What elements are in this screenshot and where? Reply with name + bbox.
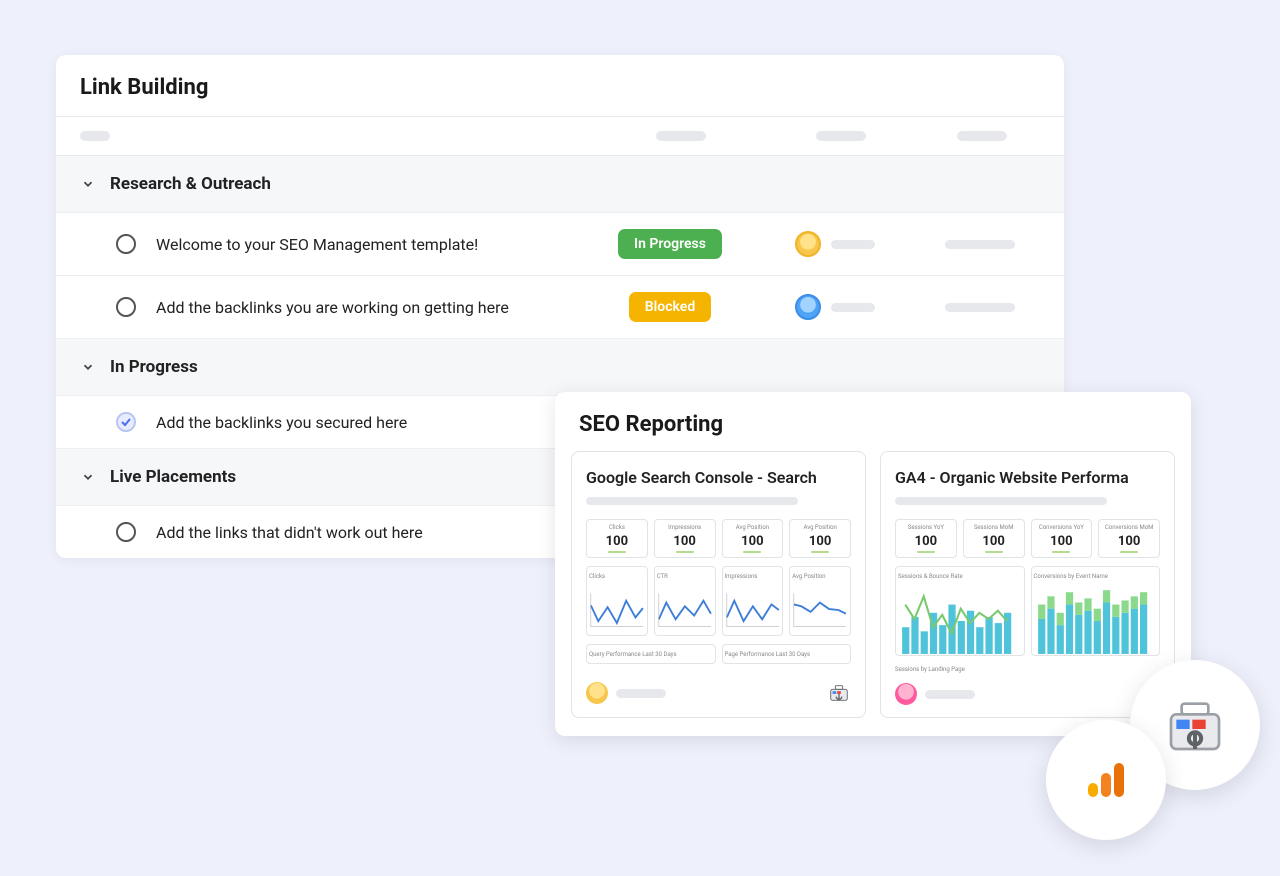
task-checkbox[interactable] (116, 297, 136, 317)
group-title: Live Placements (110, 467, 236, 487)
chart-row: Clicks CTR Impressions Avg Position (586, 566, 851, 636)
panel-title: GA4 - Organic Website Performa (895, 468, 1160, 487)
assignee-avatar[interactable] (795, 294, 821, 320)
table-placeholder: Page Performance Last 30 Days (722, 644, 852, 664)
line-chart: Clicks (586, 566, 648, 636)
status-badge[interactable]: Blocked (629, 292, 711, 322)
assignee-avatar[interactable] (795, 231, 821, 257)
toolbox-icon (827, 681, 851, 705)
placeholder-pill (831, 240, 875, 249)
task-checkbox-checked[interactable] (116, 412, 136, 432)
task-title: Add the backlinks you are working on get… (156, 298, 590, 317)
report-panel-ga4[interactable]: GA4 - Organic Website Performa Sessions … (880, 451, 1175, 718)
metric-box: Avg Position 100 (789, 519, 851, 558)
placeholder-pill (945, 303, 1015, 312)
line-chart: Impressions (722, 566, 784, 636)
chevron-down-icon (80, 176, 96, 192)
metric-row: Clicks 100 Impressions 100 Avg Position … (586, 519, 851, 558)
group-header-research[interactable]: Research & Outreach (56, 156, 1064, 213)
report-title: SEO Reporting (579, 412, 1167, 437)
task-checkbox[interactable] (116, 522, 136, 542)
card-title: Link Building (80, 75, 1040, 100)
placeholder-pill (925, 690, 975, 699)
metric-row: Sessions YoY 100 Sessions MoM 100 Conver… (895, 519, 1160, 558)
seo-reporting-card: SEO Reporting Google Search Console - Se… (555, 392, 1191, 736)
footer-avatar (586, 682, 608, 704)
placeholder-pill (586, 497, 798, 505)
bar-chart: Sessions & Bounce Rate (895, 566, 1025, 656)
metric-box: Conversions MoM 100 (1098, 519, 1160, 558)
chart-row: Sessions & Bounce Rate Conversions by Ev… (895, 566, 1160, 656)
analytics-icon (1088, 763, 1124, 797)
task-row[interactable]: Welcome to your SEO Management template!… (56, 213, 1064, 276)
task-row[interactable]: Add the backlinks you are working on get… (56, 276, 1064, 339)
task-title: Welcome to your SEO Management template! (156, 235, 590, 254)
column-headers (56, 117, 1064, 156)
line-chart: CTR (654, 566, 716, 636)
report-panel-gsc[interactable]: Google Search Console - Search Clicks 10… (571, 451, 866, 718)
placeholder-pill (945, 240, 1015, 249)
placeholder-pill (895, 497, 1107, 505)
footer-avatar (895, 683, 917, 705)
metric-box: Avg Position 100 (722, 519, 784, 558)
stacked-bar-chart: Conversions by Event Name (1031, 566, 1161, 656)
metric-box: Sessions YoY 100 (895, 519, 957, 558)
group-title: In Progress (110, 357, 198, 377)
panel-footer (586, 671, 851, 705)
group-header-inprogress[interactable]: In Progress (56, 339, 1064, 396)
task-checkbox[interactable] (116, 234, 136, 254)
report-header: SEO Reporting (555, 392, 1191, 451)
panel-footer (895, 673, 1160, 705)
table-placeholder: Query Performance Last 30 Days (586, 644, 716, 664)
chart-caption: Sessions by Landing Page (895, 666, 1160, 673)
status-badge[interactable]: In Progress (618, 229, 722, 259)
placeholder-pill (831, 303, 875, 312)
metric-box: Sessions MoM 100 (963, 519, 1025, 558)
card-header: Link Building (56, 55, 1064, 117)
line-chart: Avg Position (789, 566, 851, 636)
metric-box: Conversions YoY 100 (1031, 519, 1093, 558)
panel-title: Google Search Console - Search (586, 468, 851, 487)
group-title: Research & Outreach (110, 174, 271, 194)
report-body: Google Search Console - Search Clicks 10… (555, 451, 1191, 736)
metric-box: Impressions 100 (654, 519, 716, 558)
placeholder-pill (616, 689, 666, 698)
metric-box: Clicks 100 (586, 519, 648, 558)
ga4-icon-circle (1046, 720, 1166, 840)
chevron-down-icon (80, 469, 96, 485)
chevron-down-icon (80, 359, 96, 375)
search-console-icon (1163, 693, 1227, 757)
